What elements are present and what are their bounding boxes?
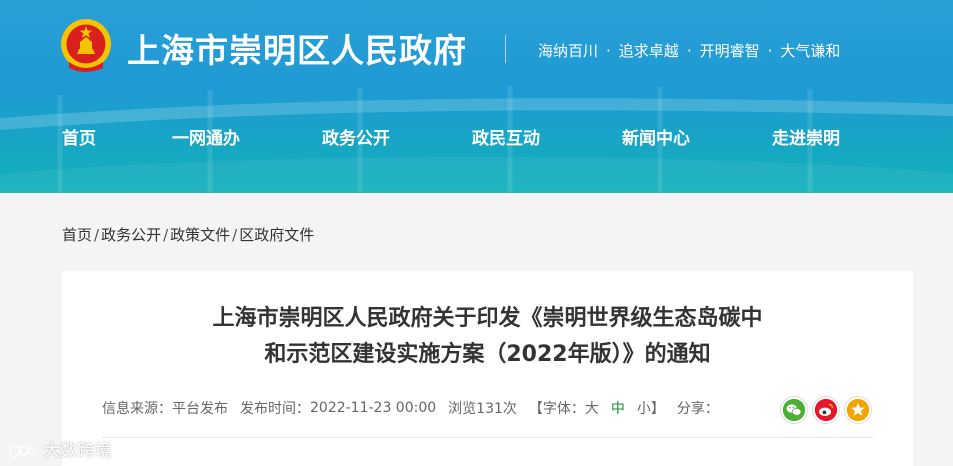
article-title: 上海市崇明区人民政府关于印发《崇明世界级生态岛碳中 和示范区建设实施方案（202… <box>62 301 913 373</box>
breadcrumb-policy-documents[interactable]: 政策文件 <box>170 226 230 244</box>
article-title-line-2: 和示范区建设实施方案（2022年版）》的通知 <box>264 342 711 367</box>
font-size-medium-button[interactable]: 中 <box>611 401 625 417</box>
slogan-3: 开明睿智 <box>699 42 760 60</box>
breadcrumb-separator: / <box>232 226 238 244</box>
site-title[interactable]: 上海市崇明区人民政府 <box>127 24 467 72</box>
article-title-line-1: 上海市崇明区人民政府关于印发《崇明世界级生态岛碳中 <box>212 306 763 331</box>
source-value: 平台发布 <box>172 401 228 417</box>
watermark-text: 大数跨境 <box>43 441 112 461</box>
slogan-separator: · <box>686 42 692 60</box>
slogan-1: 海纳百川 <box>538 42 599 60</box>
favorite-star-icon[interactable] <box>844 396 872 424</box>
slogan-separator: · <box>767 42 773 60</box>
national-emblem-icon <box>61 19 111 72</box>
nav-item-home[interactable]: 首页 <box>62 124 96 149</box>
breadcrumb-home[interactable]: 首页 <box>62 226 92 244</box>
watermark-logo-icon <box>8 444 36 458</box>
site-slogan: 海纳百川 · 追求卓越 · 开明睿智 · 大气谦和 <box>538 40 840 61</box>
font-size-small-button[interactable]: 小 <box>637 401 651 417</box>
header-banner: 上海市崇明区人民政府 海纳百川 · 追求卓越 · 开明睿智 · 大气谦和 首页 一网通办 政… <box>0 0 953 193</box>
meta-divider <box>102 437 873 438</box>
nav-item-government-affairs[interactable]: 政务公开 <box>322 124 390 149</box>
slogan-separator: · <box>606 42 611 60</box>
publish-time-label: 发布时间： <box>240 401 310 417</box>
main-nav: 首页 一网通办 政务公开 政民互动 新闻中心 走进崇明 <box>0 124 953 150</box>
breadcrumb-separator: / <box>94 226 100 244</box>
font-size-close-bracket: 】 <box>650 401 665 417</box>
wechat-icon[interactable] <box>780 396 808 424</box>
font-size-label: 【字体： <box>528 401 585 417</box>
article-card: 上海市崇明区人民政府关于印发《崇明世界级生态岛碳中 和示范区建设实施方案（202… <box>62 271 913 466</box>
breadcrumb-separator: / <box>163 226 169 244</box>
breadcrumb-government-affairs[interactable]: 政务公开 <box>101 226 161 244</box>
share-label: 分享： <box>676 401 719 417</box>
view-count: 浏览131次 <box>448 401 517 417</box>
slogan-4: 大气谦和 <box>780 42 841 60</box>
nav-item-about-chongming[interactable]: 走进崇明 <box>772 124 840 149</box>
source-label: 信息来源： <box>102 401 172 417</box>
nav-item-news-center[interactable]: 新闻中心 <box>622 124 690 149</box>
nav-item-online-services[interactable]: 一网通办 <box>172 124 240 149</box>
font-size-large-button[interactable]: 大 <box>585 401 599 417</box>
breadcrumb: 首页 / 政务公开 / 政策文件 / 区政府文件 <box>62 224 314 245</box>
breadcrumb-district-documents[interactable]: 区政府文件 <box>239 226 314 244</box>
publish-time-value: 2022-11-23 00:00 <box>310 400 437 416</box>
watermark: 大数跨境 <box>8 436 111 461</box>
nav-item-public-interaction[interactable]: 政民互动 <box>472 124 540 149</box>
slogan-2: 追求卓越 <box>618 42 679 60</box>
title-divider <box>505 35 506 63</box>
article-meta: 信息来源：平台发布 发布时间：2022-11-23 00:00 浏览131次 【字体：… <box>102 398 719 418</box>
weibo-icon[interactable] <box>812 396 840 424</box>
